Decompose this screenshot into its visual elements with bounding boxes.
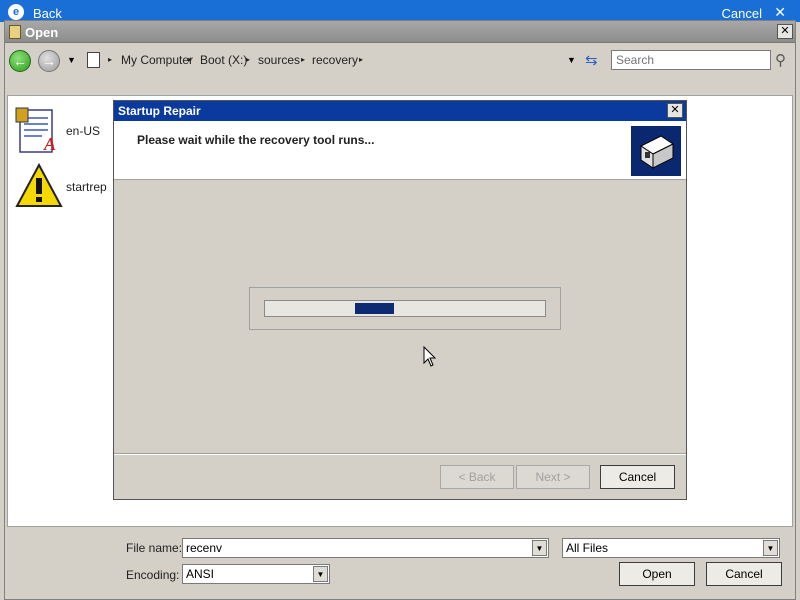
open-dialog-titlebar: Open ✕ bbox=[5, 21, 795, 43]
computer-repair-icon bbox=[631, 126, 681, 176]
background-window-titlebar bbox=[0, 0, 800, 22]
text-document-icon: A bbox=[15, 107, 56, 154]
file-item-startrep[interactable]: startrep bbox=[14, 162, 114, 216]
progress-indicator bbox=[355, 303, 394, 314]
warning-icon bbox=[15, 162, 63, 207]
cancel-button[interactable]: Cancel bbox=[706, 562, 782, 586]
open-dialog-close-button[interactable]: ✕ bbox=[777, 24, 793, 39]
crumb-arrow-icon[interactable]: ▸ bbox=[188, 55, 192, 64]
startup-repair-titlebar: Startup Repair ✕ bbox=[114, 101, 686, 121]
file-name-label: en-US bbox=[66, 124, 101, 138]
nav-forward-button[interactable]: → bbox=[38, 50, 60, 72]
progress-bar bbox=[264, 300, 546, 317]
folder-icon bbox=[9, 25, 21, 39]
chevron-down-icon[interactable]: ▼ bbox=[313, 566, 328, 582]
back-arrow-icon[interactable]: e bbox=[8, 4, 24, 20]
breadcrumb-boot-drive[interactable]: Boot (X:) bbox=[200, 53, 247, 67]
filename-combo[interactable]: recenv ▼ bbox=[182, 538, 549, 558]
file-item-en-us[interactable]: A en-US bbox=[14, 106, 114, 160]
chevron-down-icon[interactable]: ▼ bbox=[763, 540, 778, 556]
startup-repair-title: Startup Repair bbox=[118, 104, 201, 118]
wizard-cancel-button[interactable]: Cancel bbox=[600, 465, 675, 489]
startup-repair-dialog: Startup Repair ✕ Please wait while the r… bbox=[113, 100, 687, 500]
crumb-arrow-icon[interactable]: ▸ bbox=[246, 55, 250, 64]
mouse-cursor-icon bbox=[423, 346, 437, 367]
background-cancel-label[interactable]: Cancel bbox=[722, 6, 762, 21]
refresh-icon[interactable]: ⇆ bbox=[585, 51, 598, 69]
encoding-select[interactable]: ANSI ▼ bbox=[182, 564, 330, 584]
navigation-bar: ← → ▼ ▸ My Computer ▸ Boot (X:) ▸ source… bbox=[5, 45, 795, 75]
wizard-heading: Please wait while the recovery tool runs… bbox=[137, 133, 375, 147]
wizard-separator bbox=[114, 453, 686, 455]
filetype-value[interactable]: All Files bbox=[566, 541, 608, 555]
chevron-down-icon[interactable]: ▼ bbox=[532, 540, 547, 556]
encoding-value[interactable]: ANSI bbox=[186, 567, 214, 581]
address-location-icon bbox=[87, 52, 100, 68]
svg-text:A: A bbox=[43, 134, 56, 154]
recent-locations-dropdown-icon[interactable]: ▼ bbox=[67, 55, 76, 65]
wizard-back-button[interactable]: < Back bbox=[440, 465, 514, 489]
search-icon[interactable]: ⚲ bbox=[775, 51, 786, 69]
search-input[interactable] bbox=[611, 50, 771, 70]
file-name-label: startrep bbox=[66, 180, 107, 194]
filetype-select[interactable]: All Files ▼ bbox=[562, 538, 780, 558]
wizard-next-button[interactable]: Next > bbox=[516, 465, 590, 489]
nav-back-button[interactable]: ← bbox=[9, 50, 31, 72]
open-dialog-title: Open bbox=[25, 25, 59, 40]
background-close-icon[interactable]: ✕ bbox=[774, 4, 786, 21]
crumb-arrow-icon[interactable]: ▸ bbox=[301, 55, 305, 64]
breadcrumb-recovery[interactable]: recovery bbox=[312, 53, 358, 67]
filename-label: File name: bbox=[126, 541, 183, 555]
encoding-label: Encoding: bbox=[126, 568, 180, 582]
progress-frame bbox=[249, 287, 561, 330]
background-back-label[interactable]: Back bbox=[33, 6, 62, 21]
open-button[interactable]: Open bbox=[619, 562, 695, 586]
crumb-arrow-icon[interactable]: ▸ bbox=[359, 55, 363, 64]
wizard-close-button[interactable]: ✕ bbox=[667, 103, 683, 118]
wizard-header: Please wait while the recovery tool runs… bbox=[114, 121, 686, 180]
breadcrumb-my-computer[interactable]: My Computer bbox=[121, 53, 193, 67]
filename-value[interactable]: recenv bbox=[186, 541, 222, 555]
address-dropdown-icon[interactable]: ▼ bbox=[567, 55, 576, 65]
breadcrumb-sources[interactable]: sources bbox=[258, 53, 300, 67]
crumb-arrow-icon[interactable]: ▸ bbox=[108, 55, 112, 64]
